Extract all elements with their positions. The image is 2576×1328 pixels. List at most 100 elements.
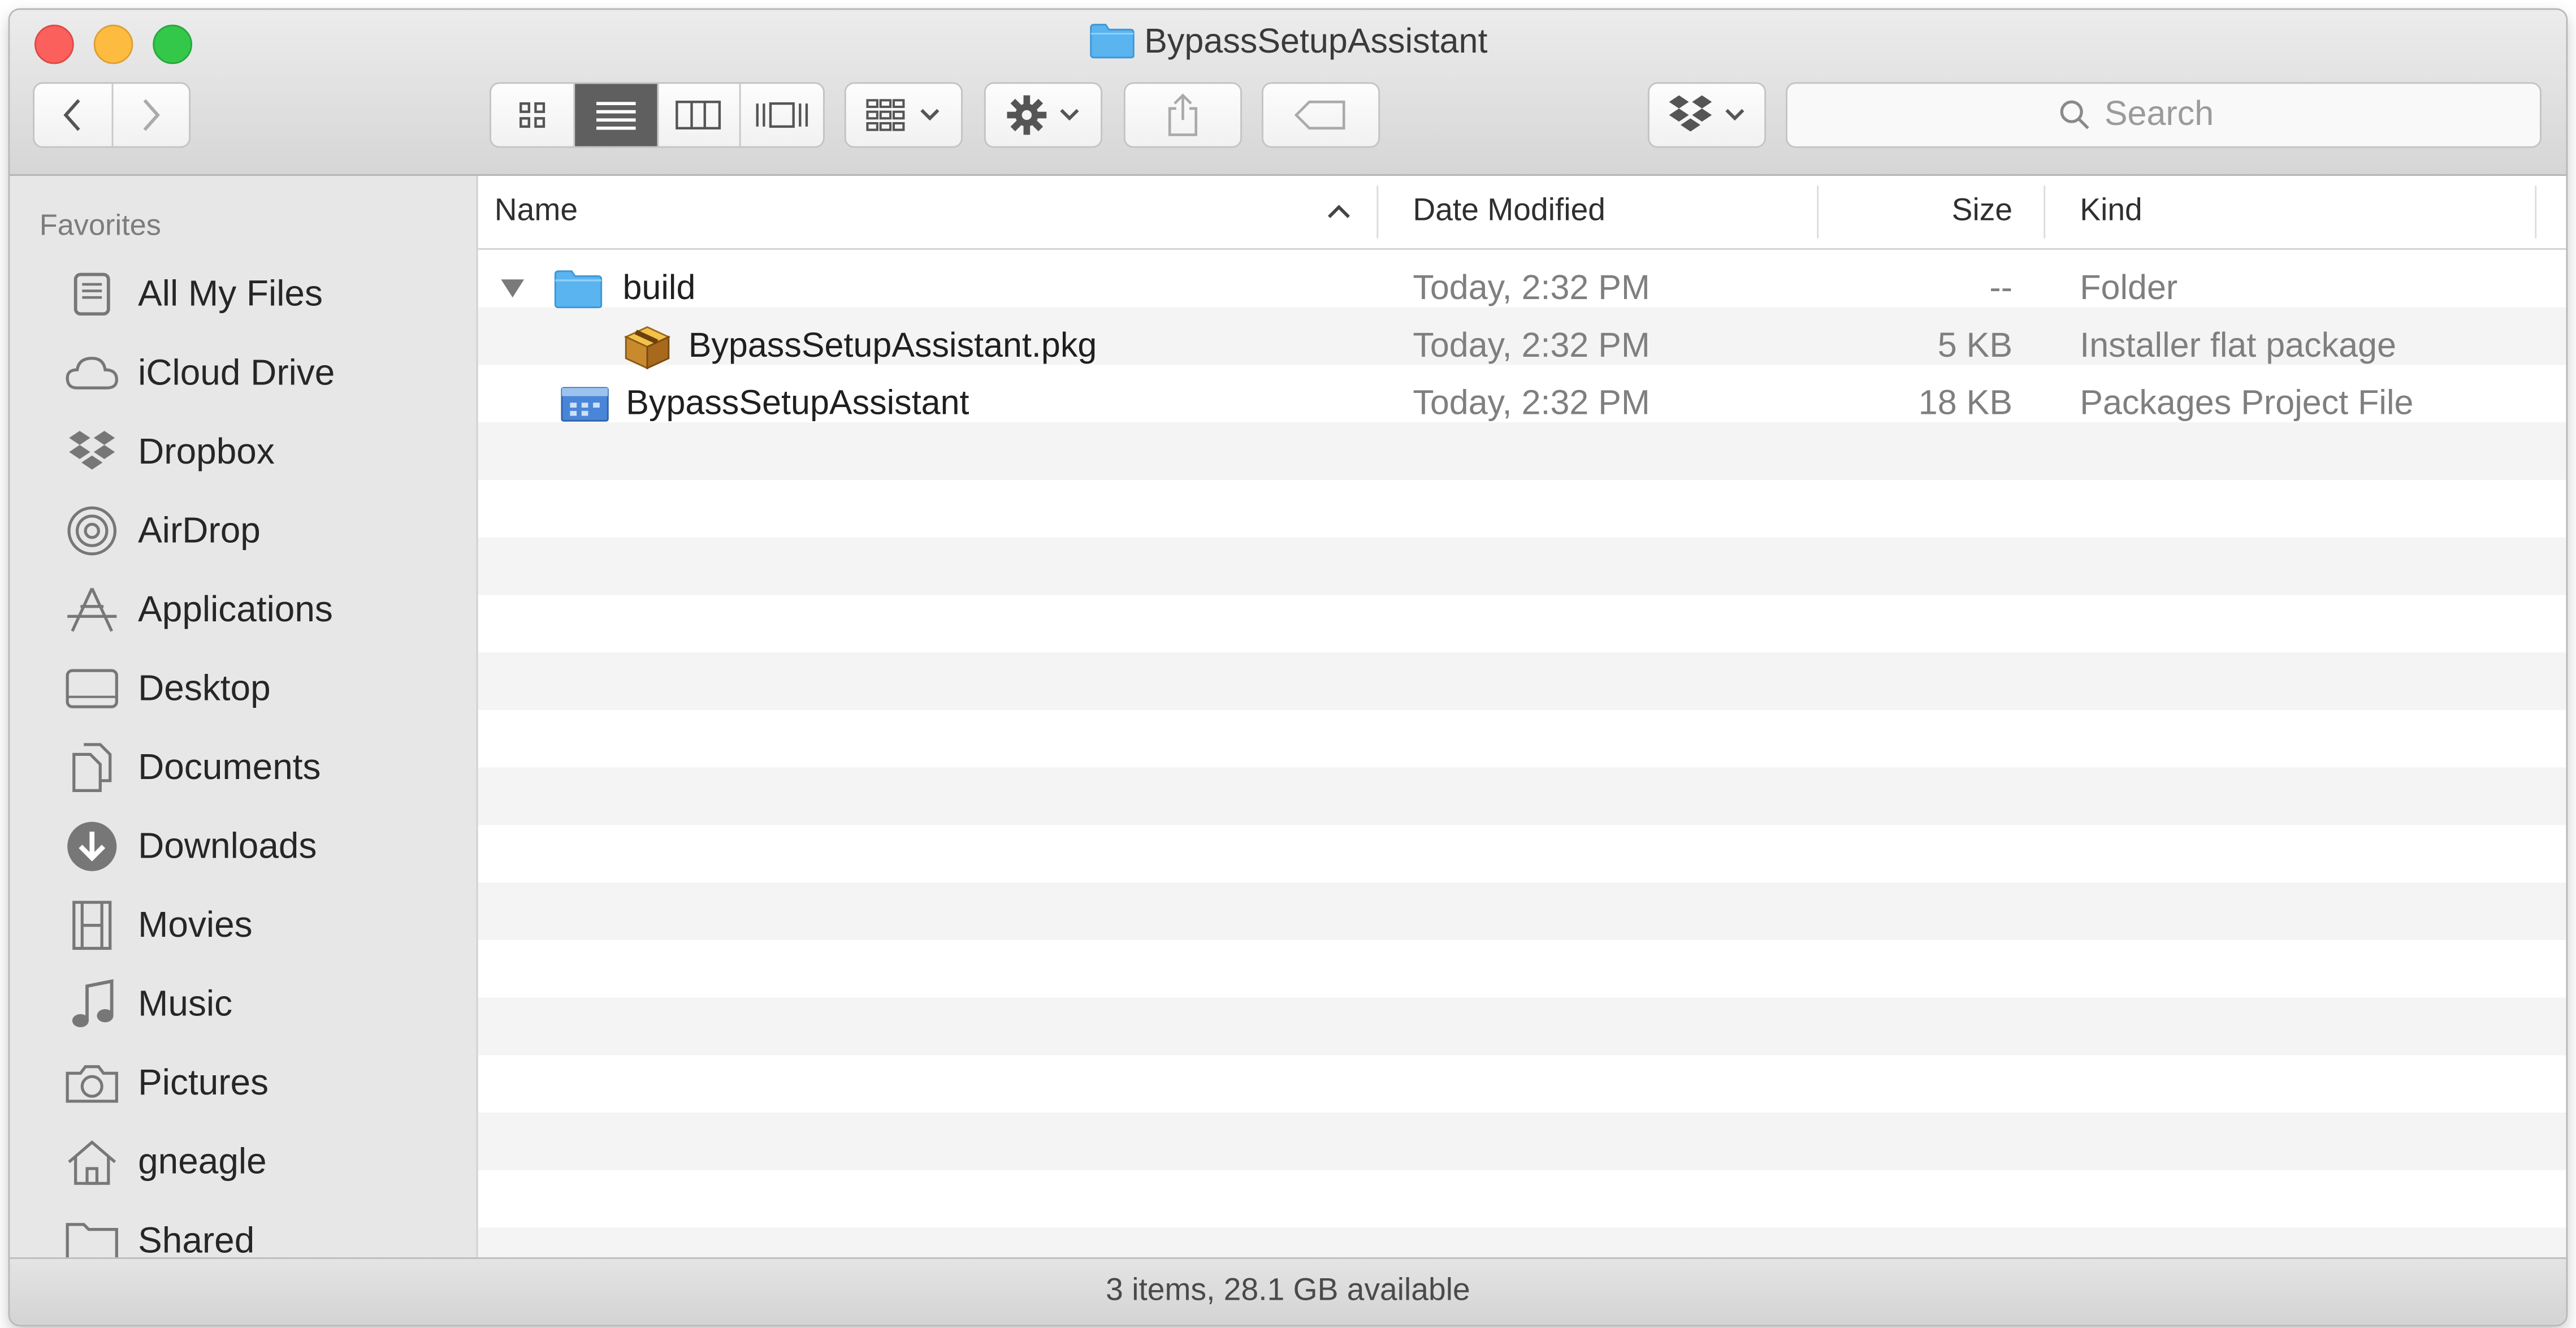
size-cell: 5 KB	[1937, 327, 2013, 365]
folder-icon	[1088, 23, 1134, 72]
window-title-text: BypassSetupAssistant	[1144, 23, 1488, 61]
size-cell: 18 KB	[1918, 384, 2013, 423]
desktop-icon	[62, 659, 122, 719]
sidebar-item-applications[interactable]: Applications	[10, 574, 476, 646]
airdrop-icon	[62, 501, 122, 561]
edit-tags-button[interactable]	[1261, 82, 1380, 148]
sidebar: Favorites All My Files iCloud Drive Drop…	[10, 176, 478, 1258]
icon-view-button[interactable]	[491, 84, 575, 146]
view-mode-control	[490, 82, 825, 148]
camera-icon	[62, 1054, 122, 1113]
sidebar-item-label: Pictures	[138, 1062, 269, 1103]
chevron-right-icon	[142, 99, 160, 131]
file-name: build	[622, 269, 696, 308]
file-name-cell: BypassSetupAssistant.pkg	[622, 317, 1097, 375]
cover-flow-icon	[756, 102, 808, 128]
movies-icon	[62, 896, 122, 955]
status-bar: 3 items, 28.1 GB available	[10, 1257, 2566, 1325]
column-view-icon	[676, 101, 722, 129]
kind-cell: Installer flat package	[2080, 327, 2397, 365]
sidebar-item-airdrop[interactable]: AirDrop	[10, 495, 476, 567]
date-modified-cell: Today, 2:32 PM	[1413, 384, 1650, 423]
date-modified-cell: Today, 2:32 PM	[1413, 269, 1650, 308]
column-header-name[interactable]: Name	[495, 176, 1349, 248]
sidebar-item-gneagle[interactable]: gneagle	[10, 1126, 476, 1198]
sidebar-item-label: Desktop	[138, 667, 271, 709]
sidebar-item-label: Music	[138, 983, 233, 1024]
sidebar-item-label: Applications	[138, 588, 333, 630]
back-button[interactable]	[34, 84, 113, 146]
sidebar-item-icloud-drive[interactable]: iCloud Drive	[10, 337, 476, 409]
sidebar-item-shared[interactable]: Shared	[10, 1205, 476, 1258]
file-list: Name Date Modified Size Kind build Today…	[478, 176, 2566, 1258]
downloads-icon	[62, 817, 122, 876]
sidebar-heading-favorites: Favorites	[39, 209, 161, 242]
music-icon	[62, 975, 122, 1034]
sidebar-item-label: Shared	[138, 1219, 255, 1258]
column-header-kind[interactable]: Kind	[2080, 176, 2540, 248]
column-divider[interactable]	[2535, 185, 2537, 239]
window-title: BypassSetupAssistant	[10, 20, 2566, 72]
sidebar-item-movies[interactable]: Movies	[10, 889, 476, 962]
chevron-down-icon	[1725, 109, 1744, 121]
sidebar-item-pictures[interactable]: Pictures	[10, 1047, 476, 1119]
package-icon	[622, 323, 672, 369]
sidebar-item-label: iCloud Drive	[138, 352, 335, 393]
sidebar-item-documents[interactable]: Documents	[10, 732, 476, 804]
navigation-buttons	[33, 82, 191, 148]
cover-flow-view-button[interactable]	[741, 84, 824, 146]
share-button[interactable]	[1123, 82, 1242, 148]
packages-project-icon	[560, 384, 609, 423]
kind-cell: Packages Project File	[2080, 384, 2414, 423]
tag-icon	[1295, 100, 1345, 130]
dropbox-button[interactable]	[1647, 82, 1767, 148]
kind-cell: Folder	[2080, 269, 2178, 308]
applications-icon	[62, 580, 122, 639]
sidebar-item-desktop[interactable]: Desktop	[10, 652, 476, 725]
sidebar-item-all-my-files[interactable]: All My Files	[10, 258, 476, 330]
column-divider[interactable]	[2044, 185, 2046, 239]
dropbox-icon	[62, 422, 122, 482]
chevron-left-icon	[64, 99, 81, 131]
search-field[interactable]	[1786, 82, 2542, 148]
sidebar-item-label: Dropbox	[138, 430, 275, 472]
column-header-size[interactable]: Size	[1829, 176, 2012, 248]
file-name-cell: build	[501, 259, 695, 317]
sidebar-item-label: Downloads	[138, 825, 317, 867]
sidebar-item-label: gneagle	[138, 1140, 267, 1182]
finder-window: BypassSetupAssistant Search Favorites Al…	[10, 10, 2566, 1325]
disclosure-triangle-icon[interactable]	[501, 279, 525, 298]
size-cell: --	[1989, 269, 2013, 308]
dropbox-icon	[1669, 95, 1712, 132]
search-icon	[2060, 100, 2089, 129]
sidebar-item-dropbox[interactable]: Dropbox	[10, 416, 476, 488]
arrange-button[interactable]	[844, 82, 963, 148]
column-divider[interactable]	[1817, 185, 1819, 239]
home-icon	[62, 1132, 122, 1192]
shared-folder-icon	[62, 1212, 122, 1258]
list-view-button[interactable]	[574, 84, 658, 146]
forward-button[interactable]	[112, 84, 189, 146]
folder-icon	[553, 269, 603, 308]
gear-icon	[1007, 95, 1047, 135]
sort-ascending-icon	[1328, 205, 1350, 218]
column-header-date-modified[interactable]: Date Modified	[1413, 176, 1807, 248]
column-view-button[interactable]	[657, 84, 742, 146]
column-divider[interactable]	[1376, 185, 1379, 239]
table-row[interactable]: BypassSetupAssistant.pkg Today, 2:32 PM …	[478, 317, 2566, 375]
file-rows: build Today, 2:32 PM -- Folder BypassSet…	[478, 249, 2566, 1258]
table-row[interactable]: build Today, 2:32 PM -- Folder	[478, 259, 2566, 317]
search-input[interactable]	[2104, 95, 2269, 135]
chevron-down-icon	[920, 109, 940, 121]
date-modified-cell: Today, 2:32 PM	[1413, 327, 1650, 365]
table-row[interactable]: BypassSetupAssistant Today, 2:32 PM 18 K…	[478, 375, 2566, 432]
action-button[interactable]	[984, 82, 1103, 148]
sidebar-item-music[interactable]: Music	[10, 968, 476, 1040]
sidebar-item-label: AirDrop	[138, 509, 261, 551]
sidebar-item-downloads[interactable]: Downloads	[10, 810, 476, 883]
column-header: Name Date Modified Size Kind	[478, 176, 2566, 250]
icon-view-icon	[519, 102, 545, 128]
cloud-icon	[62, 344, 122, 403]
list-view-icon	[595, 102, 635, 130]
status-text: 3 items, 28.1 GB available	[1106, 1274, 1470, 1309]
